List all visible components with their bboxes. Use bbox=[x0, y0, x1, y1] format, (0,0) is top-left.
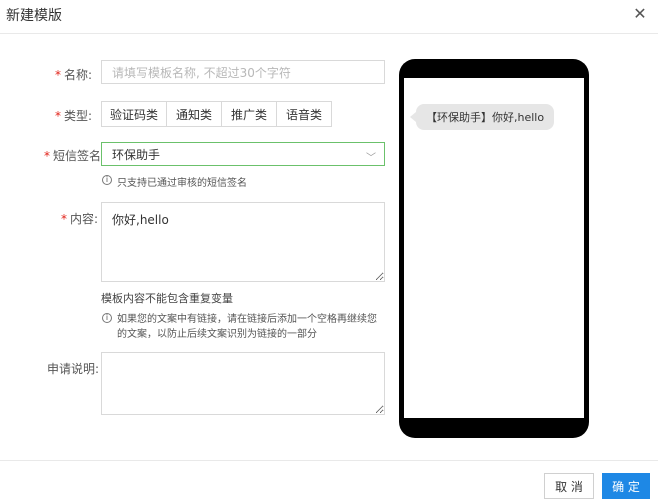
info-icon: i bbox=[102, 313, 112, 323]
cancel-button[interactable]: 取 消 bbox=[544, 473, 594, 499]
required-marker: * bbox=[55, 109, 61, 123]
dialog-header: 新建模版 ✕ bbox=[0, 0, 658, 34]
description-label: 申请说明: bbox=[47, 362, 100, 376]
description-textarea[interactable] bbox=[101, 352, 385, 415]
content-textarea[interactable]: 你好,hello bbox=[101, 202, 385, 282]
content-note: 模板内容不能包含重复变量 bbox=[101, 292, 233, 305]
type-label: * 类型: bbox=[55, 109, 93, 123]
chevron-down-icon: ﹀ bbox=[366, 153, 376, 164]
type-segmented-control: 验证码类 通知类 推广类 语音类 bbox=[101, 101, 332, 127]
required-marker: * bbox=[55, 68, 61, 82]
signature-hint: i 只支持已通过审核的短信签名 bbox=[102, 174, 382, 189]
type-option-voice[interactable]: 语音类 bbox=[276, 101, 332, 127]
content-link-hint: i 如果您的文案中有链接，请在链接后添加一个空格再继续您的文案，以防止后续文案识… bbox=[102, 312, 382, 342]
required-marker: * bbox=[44, 149, 50, 163]
preview-message-bubble: 【环保助手】你好,hello bbox=[409, 104, 555, 130]
close-icon[interactable]: ✕ bbox=[630, 4, 650, 24]
signature-select[interactable]: 环保助手 ﹀ bbox=[101, 142, 385, 166]
type-option-promotion[interactable]: 推广类 bbox=[221, 101, 277, 127]
signature-label: * 短信签名: bbox=[44, 149, 106, 163]
type-option-notification[interactable]: 通知类 bbox=[166, 101, 222, 127]
new-template-dialog: 新建模版 ✕ * 名称: 请填写模板名称, 不超过30个字符 * 类型: 验证码类 … bbox=[0, 0, 658, 500]
content-label: * 内容: bbox=[61, 212, 99, 226]
type-option-verification[interactable]: 验证码类 bbox=[101, 101, 167, 127]
confirm-button[interactable]: 确 定 bbox=[602, 473, 650, 499]
dialog-title: 新建模版 bbox=[6, 8, 62, 24]
name-label: * 名称: bbox=[55, 68, 93, 82]
name-input[interactable]: 请填写模板名称, 不超过30个字符 bbox=[101, 60, 385, 84]
info-icon: i bbox=[102, 175, 112, 185]
required-marker: * bbox=[61, 212, 67, 226]
